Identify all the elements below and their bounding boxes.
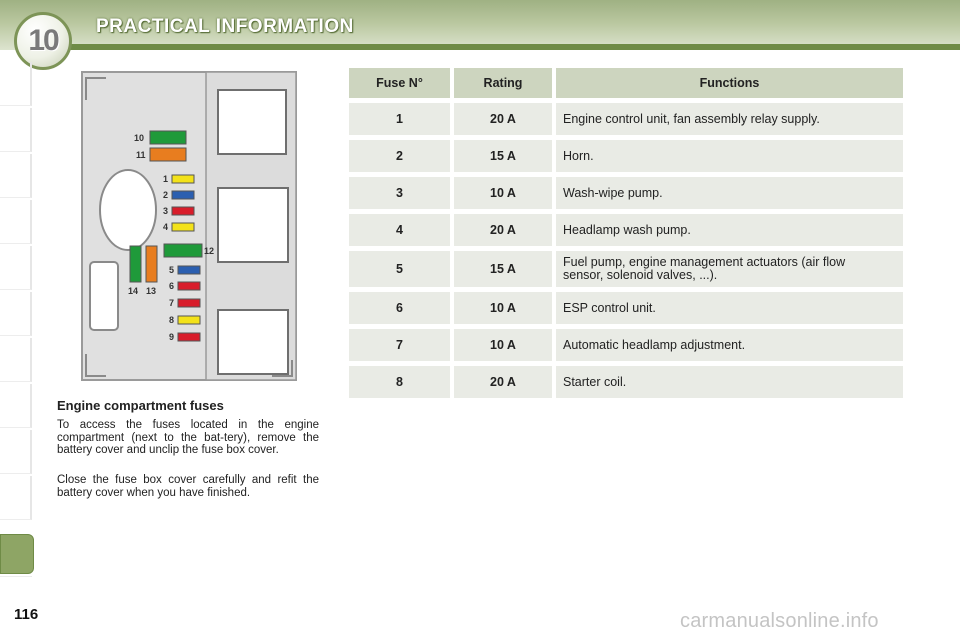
fuse-4 [171, 222, 195, 232]
fuse-function: Starter coil. [556, 366, 903, 398]
fuse-label-5: 5 [169, 265, 174, 275]
fuse-function: Headlamp wash pump. [556, 214, 903, 246]
fuse-label-10: 10 [134, 133, 144, 143]
chapter-tab[interactable] [0, 292, 32, 336]
relay-middle [217, 187, 289, 263]
fuse-label-13: 13 [146, 286, 156, 296]
table-row: 4 20 A Headlamp wash pump. [349, 214, 903, 246]
fuse-11 [149, 147, 187, 162]
chapter-tab[interactable] [0, 108, 32, 152]
fuse-rating: 15 A [454, 140, 552, 172]
fuse-number: 1 [349, 103, 450, 135]
fuse-function: Automatic headlamp adjustment. [556, 329, 903, 361]
instruction-paragraph: Close the fuse box cover carefully and r… [57, 474, 319, 499]
fuse-14 [129, 245, 142, 283]
table-row: 8 20 A Starter coil. [349, 366, 903, 398]
fuse-13 [145, 245, 158, 283]
table-row: 3 10 A Wash-wipe pump. [349, 177, 903, 209]
fuse-8 [177, 315, 201, 325]
fuse-1 [171, 174, 195, 184]
fuse-number: 7 [349, 329, 450, 361]
relay-top [217, 89, 287, 155]
fuse-rating: 20 A [454, 214, 552, 246]
fuse-number: 4 [349, 214, 450, 246]
header-fuse-number: Fuse N° [349, 68, 450, 98]
fuse-rating: 10 A [454, 177, 552, 209]
fuse-number: 2 [349, 140, 450, 172]
fuse-label-12: 12 [204, 246, 214, 256]
table-row: 2 15 A Horn. [349, 140, 903, 172]
side-opening [89, 261, 119, 331]
fuse-function: Horn. [556, 140, 903, 172]
fuse-rating: 20 A [454, 103, 552, 135]
chapter-tab[interactable] [0, 246, 32, 290]
fuse-function: Fuel pump, engine management actuators (… [556, 251, 903, 287]
relay-bottom [217, 309, 289, 375]
table-row: 1 20 A Engine control unit, fan assembly… [349, 103, 903, 135]
fuse-label-7: 7 [169, 298, 174, 308]
chapter-tab-strip [0, 62, 34, 577]
fuse-5 [177, 265, 201, 275]
fuse-function: Wash-wipe pump. [556, 177, 903, 209]
fuse-7 [177, 298, 201, 308]
fuse-number: 5 [349, 251, 450, 287]
chapter-tab[interactable] [0, 200, 32, 244]
chapter-tab[interactable] [0, 338, 32, 382]
chapter-tab[interactable] [0, 430, 32, 474]
fuse-rating: 10 A [454, 292, 552, 324]
fuse-label-3: 3 [163, 206, 168, 216]
fuse-number: 6 [349, 292, 450, 324]
fuse-label-14: 14 [128, 286, 138, 296]
fuse-function: Engine control unit, fan assembly relay … [556, 103, 903, 135]
fuse-label-6: 6 [169, 281, 174, 291]
fuse-10 [149, 130, 187, 145]
table-header-row: Fuse N° Rating Functions [349, 68, 903, 98]
fuse-9 [177, 332, 201, 342]
fuse-rating: 10 A [454, 329, 552, 361]
section-title: Engine compartment fuses [57, 398, 224, 413]
page-title: PRACTICAL INFORMATION [96, 16, 354, 37]
round-opening [99, 169, 157, 251]
fuse-rating: 20 A [454, 366, 552, 398]
fuse-box-diagram: 10 11 1 2 3 4 12 5 6 7 8 9 14 13 [81, 71, 297, 381]
chapter-tab[interactable] [0, 384, 32, 428]
fuse-rating: 15 A [454, 251, 552, 287]
chapter-tab-active[interactable] [0, 534, 34, 574]
fuse-12 [163, 243, 203, 258]
table-row: 5 15 A Fuel pump, engine management actu… [349, 251, 903, 287]
page-number: 116 [14, 606, 39, 623]
chapter-tab[interactable] [0, 476, 32, 520]
fuse-label-1: 1 [163, 174, 168, 184]
header-functions: Functions [556, 68, 903, 98]
table-row: 7 10 A Automatic headlamp adjustment. [349, 329, 903, 361]
fuse-2 [171, 190, 195, 200]
fuse-3 [171, 206, 195, 216]
chapter-tab[interactable] [0, 62, 32, 106]
instruction-paragraph: To access the fuses located in the engin… [57, 419, 319, 456]
chapter-tab[interactable] [0, 576, 32, 577]
chapter-tab[interactable] [0, 154, 32, 198]
table-row: 6 10 A ESP control unit. [349, 292, 903, 324]
fuse-label-2: 2 [163, 190, 168, 200]
chapter-number: 10 [28, 24, 59, 57]
fuse-number: 8 [349, 366, 450, 398]
watermark: carmanualsonline.info [680, 610, 879, 632]
fuse-function: ESP control unit. [556, 292, 903, 324]
fuse-6 [177, 281, 201, 291]
fuse-label-4: 4 [163, 222, 168, 232]
fuse-label-8: 8 [169, 315, 174, 325]
header-rule [48, 44, 960, 50]
fuse-number: 3 [349, 177, 450, 209]
header-rating: Rating [454, 68, 552, 98]
fuse-label-9: 9 [169, 332, 174, 342]
fuse-label-11: 11 [136, 150, 146, 160]
